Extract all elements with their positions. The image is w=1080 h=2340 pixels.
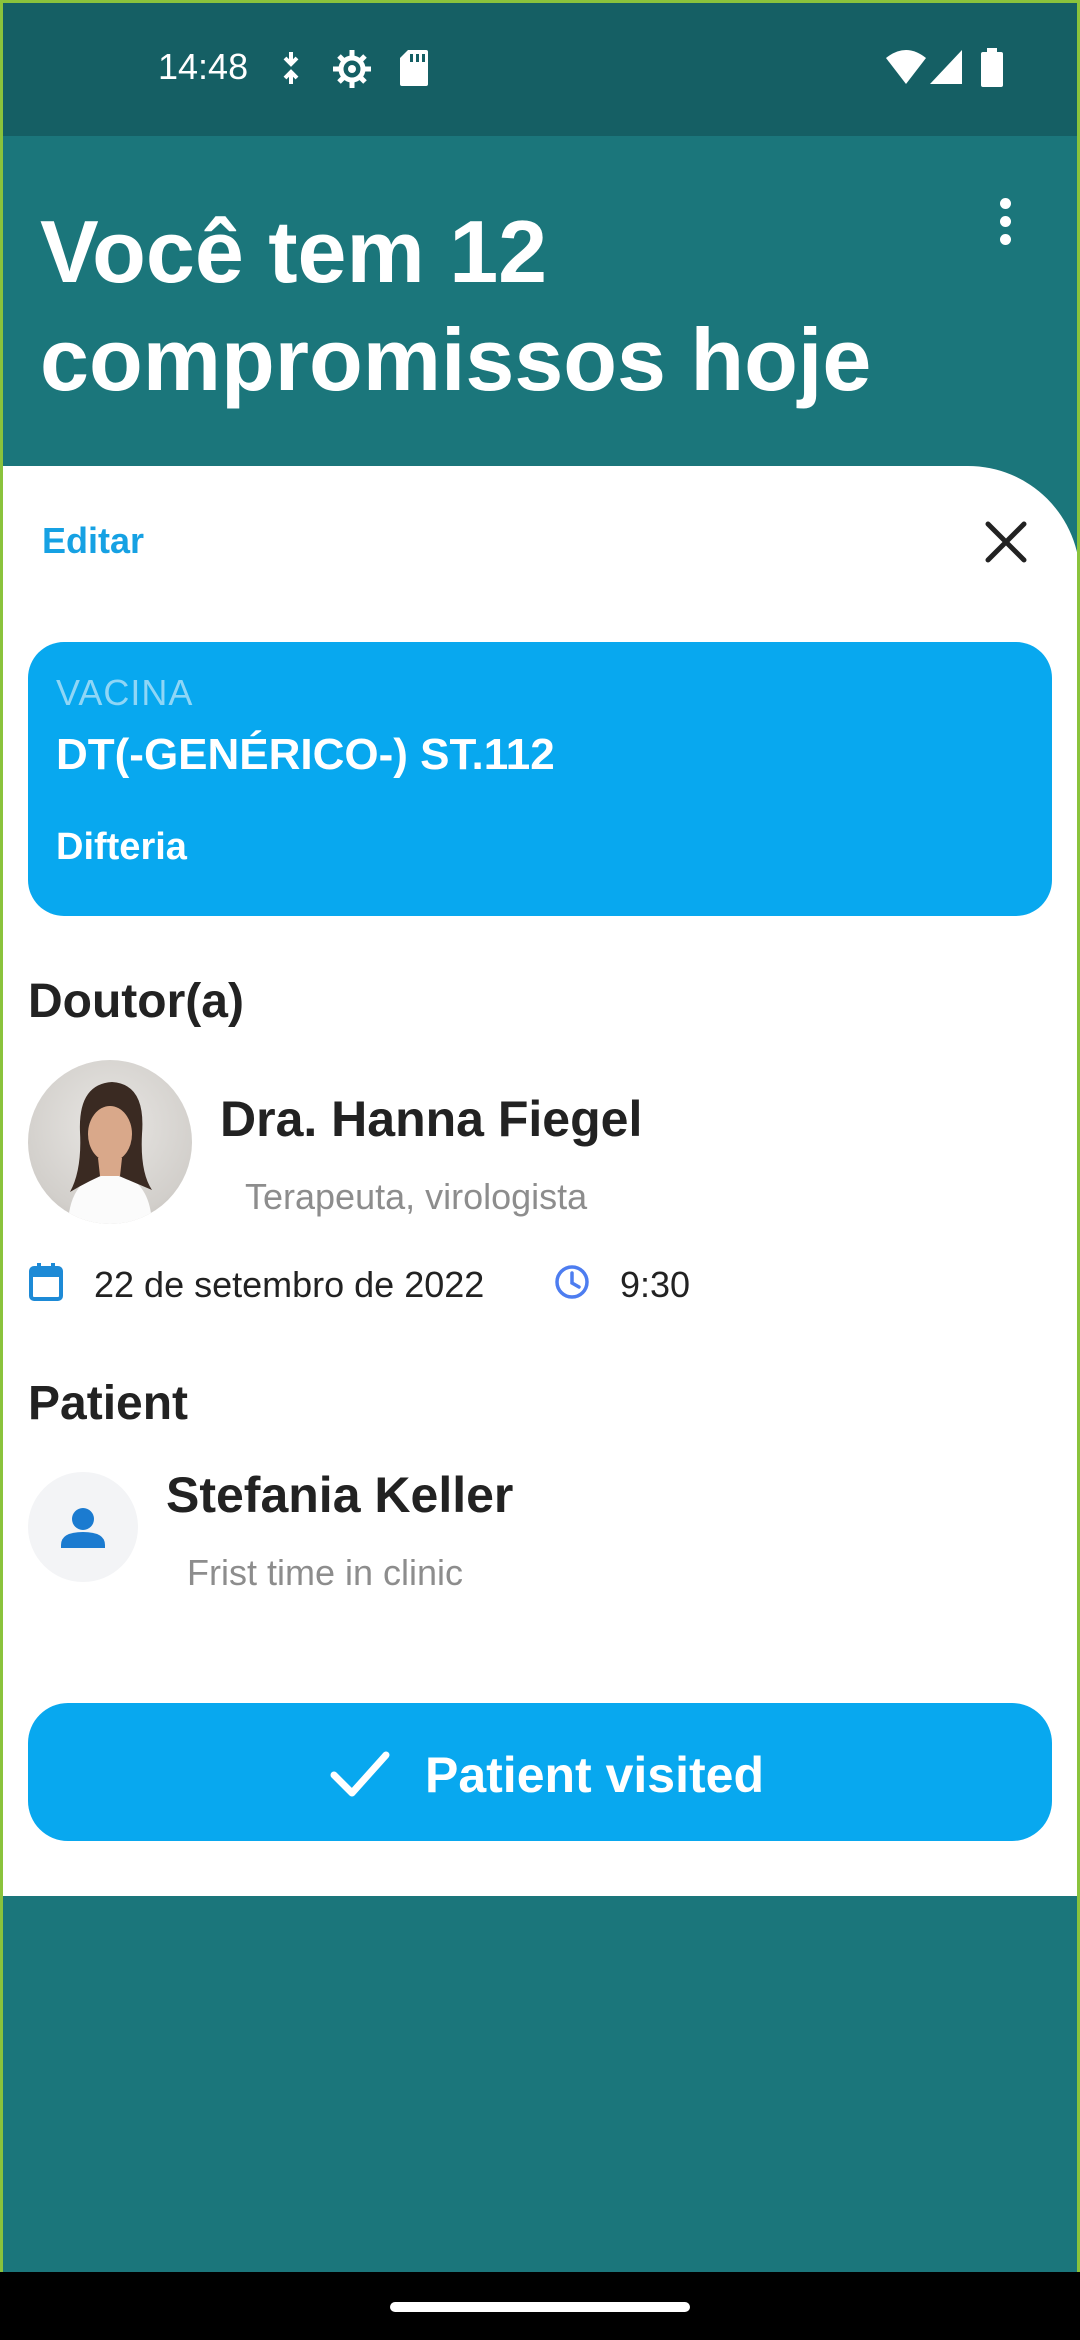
edit-button[interactable]: Editar xyxy=(42,520,144,562)
patient-visited-label: Patient visited xyxy=(425,1747,764,1803)
vaccine-label: VACINA xyxy=(56,672,194,713)
signal-icon xyxy=(930,50,962,84)
appointment-time: 9:30 xyxy=(620,1264,691,1305)
clock-icon xyxy=(555,1265,589,1299)
more-vert-icon-dot xyxy=(1000,234,1011,245)
patient-avatar xyxy=(28,1472,138,1582)
vaccine-name: DT(-GENÉRICO-) ST.112 xyxy=(56,730,555,779)
doctor-name: Dra. Hanna Fiegel xyxy=(220,1091,643,1147)
doctor-photo xyxy=(68,1082,152,1224)
patient-section-title: Patient xyxy=(28,1377,189,1430)
calendar-icon xyxy=(29,1263,63,1301)
patient-note: Frist time in clinic xyxy=(187,1552,464,1593)
sd-card-icon xyxy=(400,50,428,86)
check-icon xyxy=(330,1751,390,1797)
page-title: Você tem 12 compromissos hoje xyxy=(40,202,872,409)
home-gesture-handle[interactable] xyxy=(390,2302,690,2312)
doctor-specialty: Terapeuta, virologista xyxy=(245,1176,588,1217)
settings-gear-icon xyxy=(333,50,371,88)
status-time: 14:48 xyxy=(158,46,249,87)
doctor-avatar xyxy=(28,1060,192,1224)
battery-icon xyxy=(981,48,1003,87)
person-icon xyxy=(61,1508,105,1548)
vaccine-disease: Difteria xyxy=(56,826,187,868)
more-vert-icon xyxy=(1000,198,1011,209)
sync-icon xyxy=(283,52,299,84)
doctor-section-title: Doutor(a) xyxy=(28,975,244,1028)
more-options-button[interactable] xyxy=(980,190,1030,250)
close-icon[interactable] xyxy=(978,514,1034,570)
status-bar: 14:48 xyxy=(0,0,1080,136)
wifi-icon xyxy=(886,50,926,84)
appointment-date: 22 de setembro de 2022 xyxy=(94,1264,485,1305)
more-vert-icon-dot xyxy=(1000,216,1011,227)
patient-name: Stefania Keller xyxy=(166,1467,514,1523)
